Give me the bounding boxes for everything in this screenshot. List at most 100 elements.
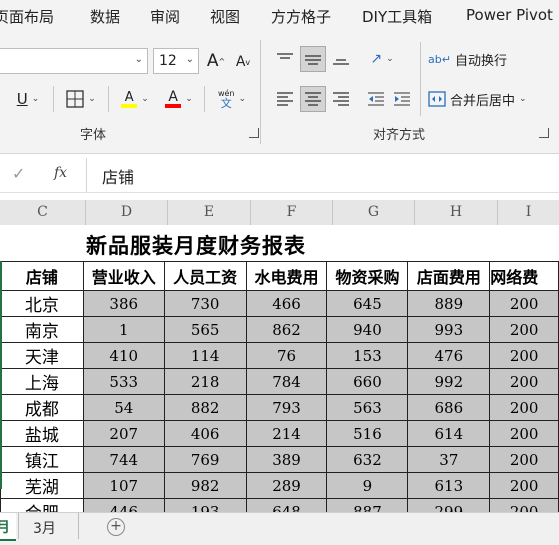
align-center-button[interactable]: [300, 86, 326, 112]
underline-button[interactable]: U ⌄: [8, 86, 48, 112]
sheet-title[interactable]: 新品服装月度财务报表: [86, 230, 306, 260]
value-cell[interactable]: 516: [326, 420, 409, 447]
menu-power-pivot[interactable]: Power Pivot: [466, 6, 553, 24]
value-cell[interactable]: 207: [82, 420, 165, 447]
grow-font-button[interactable]: A ^: [204, 48, 228, 74]
value-cell[interactable]: 476: [407, 342, 491, 369]
font-name-box[interactable]: ⌄: [0, 48, 148, 74]
store-cell[interactable]: 盐城: [0, 420, 84, 447]
menu-fangfang[interactable]: 方方格子: [271, 6, 331, 27]
value-cell[interactable]: 533: [82, 368, 165, 395]
font-dialog-launcher-icon[interactable]: [249, 128, 259, 138]
value-cell[interactable]: 889: [407, 290, 491, 317]
enter-check-icon[interactable]: ✓: [12, 164, 25, 183]
column-header-d[interactable]: D: [86, 200, 168, 225]
value-cell[interactable]: 76: [245, 342, 328, 369]
column-header-i[interactable]: I: [498, 200, 559, 225]
alignment-dialog-launcher-icon[interactable]: [539, 128, 549, 138]
store-cell[interactable]: 南京: [0, 316, 84, 343]
header-cell[interactable]: 物资采购: [326, 261, 409, 291]
value-cell[interactable]: 9: [326, 472, 409, 499]
value-cell[interactable]: 1: [82, 316, 165, 343]
value-cell[interactable]: 660: [326, 368, 409, 395]
value-cell[interactable]: 386: [82, 290, 165, 317]
menu-data[interactable]: 数据: [90, 6, 120, 27]
phonetic-button[interactable]: wén 文 ⌄: [212, 86, 252, 112]
value-cell[interactable]: 769: [163, 446, 247, 473]
menu-page-layout[interactable]: 页面布局: [0, 6, 54, 27]
value-cell[interactable]: 289: [245, 472, 328, 499]
header-cell[interactable]: 营业收入: [82, 261, 165, 291]
font-size-box[interactable]: 12 ⌄: [153, 48, 199, 74]
shrink-font-button[interactable]: Av: [232, 50, 254, 74]
value-cell[interactable]: 153: [326, 342, 409, 369]
fill-color-button[interactable]: A ⌄: [115, 86, 155, 112]
value-cell[interactable]: 218: [163, 368, 247, 395]
value-cell[interactable]: 614: [407, 420, 491, 447]
value-cell[interactable]: 200: [489, 446, 559, 473]
value-cell[interactable]: 200: [489, 290, 559, 317]
increase-indent-button[interactable]: [390, 86, 414, 112]
value-cell[interactable]: 744: [82, 446, 165, 473]
value-cell[interactable]: 54: [82, 394, 165, 421]
value-cell[interactable]: 200: [489, 472, 559, 499]
store-cell[interactable]: 上海: [0, 368, 84, 395]
chevron-down-icon[interactable]: ⌄: [135, 54, 143, 65]
align-bottom-button[interactable]: [328, 46, 354, 72]
align-right-button[interactable]: [328, 86, 354, 112]
value-cell[interactable]: 793: [245, 394, 328, 421]
formula-input[interactable]: 店铺: [102, 164, 134, 188]
header-cell[interactable]: 人员工资: [163, 261, 247, 291]
value-cell[interactable]: 940: [326, 316, 409, 343]
value-cell[interactable]: 200: [489, 420, 559, 447]
store-cell[interactable]: 芜湖: [0, 472, 84, 499]
value-cell[interactable]: 565: [163, 316, 247, 343]
value-cell[interactable]: 982: [163, 472, 247, 499]
value-cell[interactable]: 37: [407, 446, 491, 473]
header-cell[interactable]: 店铺: [0, 261, 84, 291]
store-cell[interactable]: 镇江: [0, 446, 84, 473]
value-cell[interactable]: 613: [407, 472, 491, 499]
value-cell[interactable]: 200: [489, 368, 559, 395]
add-sheet-icon[interactable]: +: [107, 518, 125, 536]
value-cell[interactable]: 466: [245, 290, 328, 317]
header-cell[interactable]: 网络费: [489, 261, 559, 291]
value-cell[interactable]: 862: [245, 316, 328, 343]
value-cell[interactable]: 645: [326, 290, 409, 317]
align-top-button[interactable]: [272, 46, 298, 72]
column-header-c[interactable]: C: [0, 200, 86, 225]
column-header-f[interactable]: F: [251, 200, 333, 225]
worksheet[interactable]: 新品服装月度财务报表 店铺 营业收入 人员工资 水电费用 物资采购 店面费用 网…: [0, 225, 559, 525]
decrease-indent-button[interactable]: [364, 86, 388, 112]
value-cell[interactable]: 107: [82, 472, 165, 499]
value-cell[interactable]: 784: [245, 368, 328, 395]
value-cell[interactable]: 993: [407, 316, 491, 343]
value-cell[interactable]: 200: [489, 316, 559, 343]
value-cell[interactable]: 632: [326, 446, 409, 473]
value-cell[interactable]: 389: [245, 446, 328, 473]
value-cell[interactable]: 882: [163, 394, 247, 421]
sheet-tab-3[interactable]: 3月: [33, 518, 56, 538]
column-header-g[interactable]: G: [333, 200, 415, 225]
store-cell[interactable]: 成都: [0, 394, 84, 421]
chevron-down-icon[interactable]: ⌄: [186, 54, 194, 65]
value-cell[interactable]: 200: [489, 342, 559, 369]
menu-diy-toolbox[interactable]: DIY工具箱: [362, 6, 432, 27]
value-cell[interactable]: 200: [489, 394, 559, 421]
menu-view[interactable]: 视图: [210, 6, 240, 27]
menu-review[interactable]: 审阅: [150, 6, 180, 27]
column-header-h[interactable]: H: [415, 200, 498, 225]
wrap-text-button[interactable]: ab↵ 自动换行: [428, 46, 518, 72]
value-cell[interactable]: 114: [163, 342, 247, 369]
column-header-e[interactable]: E: [168, 200, 251, 225]
header-cell[interactable]: 店面费用: [407, 261, 491, 291]
value-cell[interactable]: 563: [326, 394, 409, 421]
merge-center-button[interactable]: 合并后居中 ⌄: [428, 86, 546, 112]
orientation-button[interactable]: ↗ ⌄: [362, 46, 402, 72]
align-middle-button[interactable]: [300, 46, 326, 72]
value-cell[interactable]: 410: [82, 342, 165, 369]
value-cell[interactable]: 730: [163, 290, 247, 317]
value-cell[interactable]: 992: [407, 368, 491, 395]
value-cell[interactable]: 686: [407, 394, 491, 421]
borders-button[interactable]: ⌄: [60, 86, 102, 112]
